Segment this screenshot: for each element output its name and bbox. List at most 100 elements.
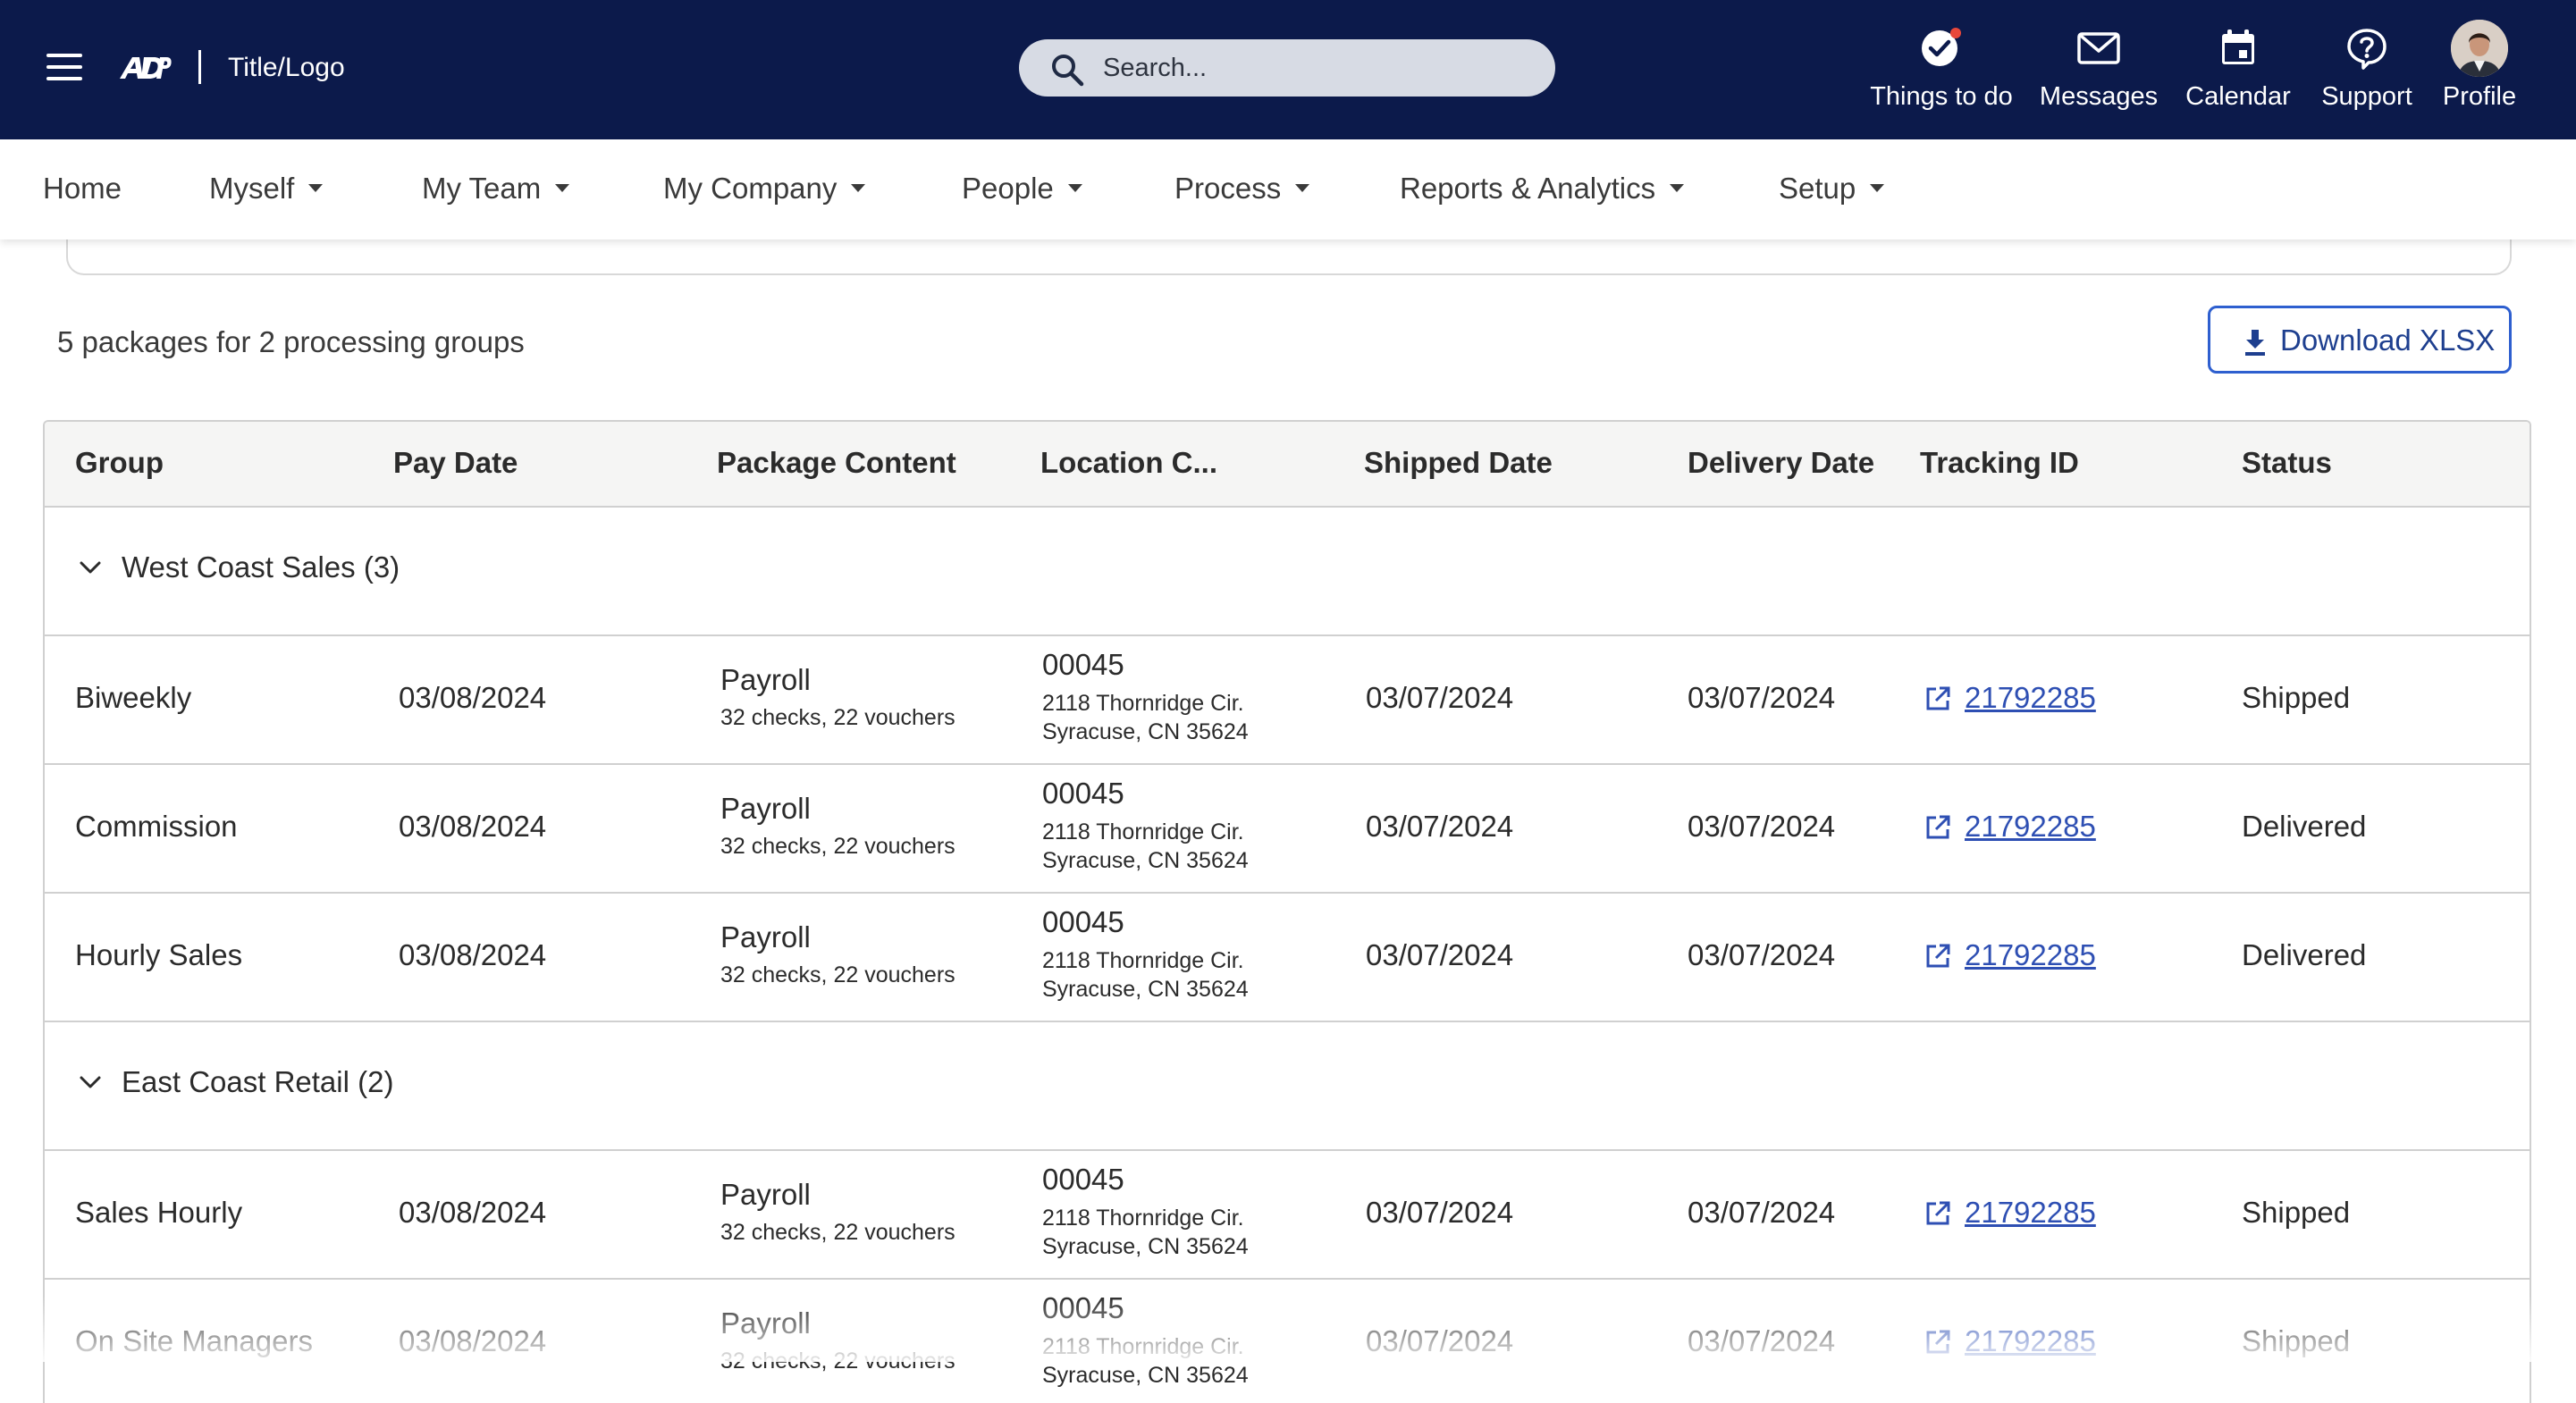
search-icon: [1052, 55, 1084, 87]
col-tracking-id[interactable]: Tracking ID: [1920, 445, 2079, 481]
external-link-icon: [1926, 944, 1950, 968]
caret-down-icon: [1870, 183, 1885, 192]
menu-setup-label: Setup: [1779, 172, 1856, 205]
things-to-do-button[interactable]: Things to do: [1866, 18, 2016, 125]
cell-location-code: 00045: [1042, 648, 1124, 681]
cell-pay-date: 03/08/2024: [399, 1196, 547, 1229]
menu-my-team-label: My Team: [422, 172, 542, 205]
search-input[interactable]: Search...: [1019, 39, 1555, 97]
profile-button[interactable]: Profile: [2435, 18, 2524, 125]
menu-home-label: Home: [43, 172, 122, 205]
cell-pay-date: 03/08/2024: [399, 938, 547, 971]
calendar-button[interactable]: Calendar: [2181, 18, 2295, 125]
calendar-icon: [2222, 29, 2254, 64]
caret-down-icon: [1295, 183, 1310, 192]
adp-logo: [120, 57, 172, 79]
cell-status: Shipped: [2242, 681, 2351, 714]
hamburger-menu-icon[interactable]: [46, 54, 82, 82]
menu-setup[interactable]: Setup: [1779, 166, 1885, 211]
cell-location-city: Syracuse, CN 35624: [1042, 977, 1249, 1002]
caret-down-icon: [308, 183, 324, 192]
cell-status: Delivered: [2242, 938, 2367, 971]
cell-pay-date: 03/08/2024: [399, 681, 547, 714]
tracking-id[interactable]: 21792285: [1965, 1323, 2096, 1360]
table-row: Biweekly 03/08/2024 Payroll 32 checks, 2…: [45, 634, 2530, 765]
cell-shipped-date: 03/07/2024: [1366, 810, 1514, 843]
cell-status: Shipped: [2242, 1324, 2351, 1357]
menu-reports-analytics[interactable]: Reports & Analytics: [1400, 166, 1685, 211]
menu-reports-analytics-label: Reports & Analytics: [1400, 172, 1656, 205]
cell-shipped-date: 03/07/2024: [1366, 1196, 1514, 1229]
col-status[interactable]: Status: [2242, 445, 2332, 481]
cell-shipped-date: 03/07/2024: [1366, 1324, 1514, 1357]
menu-myself[interactable]: Myself: [209, 166, 324, 211]
app-title: Title/Logo: [228, 53, 345, 82]
support-label: Support: [2321, 82, 2412, 111]
menu-my-team[interactable]: My Team: [422, 166, 570, 211]
col-shipped-date[interactable]: Shipped Date: [1364, 445, 1553, 481]
support-button[interactable]: Support: [2315, 18, 2419, 125]
col-pay-date[interactable]: Pay Date: [393, 445, 518, 481]
group-row-east-coast-retail[interactable]: East Coast Retail (2): [45, 1021, 2530, 1151]
avatar: [2451, 20, 2508, 77]
chevron-down-icon[interactable]: [79, 559, 102, 575]
col-location[interactable]: Location C...: [1040, 445, 1217, 481]
tracking-id[interactable]: 21792285: [1965, 937, 2096, 974]
tracking-id[interactable]: 21792285: [1965, 679, 2096, 717]
cell-delivery-date: 03/07/2024: [1688, 681, 1836, 714]
download-xlsx-button[interactable]: Download XLSX: [2208, 306, 2512, 374]
top-bar: Title/Logo Search... Things to do Messag…: [0, 0, 2576, 139]
menu-process[interactable]: Process: [1174, 166, 1310, 211]
cell-pay-date: 03/08/2024: [399, 810, 547, 843]
cell-status: Delivered: [2242, 810, 2367, 843]
cell-delivery-date: 03/07/2024: [1688, 1196, 1836, 1229]
table-header: Group Pay Date Package Content Location …: [45, 422, 2530, 508]
cell-package: Payroll: [720, 920, 811, 954]
cell-location-code: 00045: [1042, 1291, 1124, 1324]
menu-home[interactable]: Home: [43, 166, 122, 211]
external-link-icon: [1926, 1330, 1950, 1354]
cell-shipped-date: 03/07/2024: [1366, 681, 1514, 714]
menu-people[interactable]: People: [962, 166, 1082, 211]
cell-group: Commission: [75, 810, 238, 843]
help-icon: [2347, 29, 2387, 70]
envelope-icon: [2077, 32, 2120, 64]
menu-my-company[interactable]: My Company: [663, 166, 866, 211]
menu-people-label: People: [962, 172, 1054, 205]
external-link-icon: [1926, 1201, 1950, 1225]
table-row: Commission 03/08/2024 Payroll 32 checks,…: [45, 763, 2530, 894]
tracking-id[interactable]: 21792285: [1965, 1194, 2096, 1231]
tracking-id[interactable]: 21792285: [1965, 808, 2096, 845]
cell-delivery-date: 03/07/2024: [1688, 938, 1836, 971]
messages-button[interactable]: Messages: [2038, 18, 2159, 125]
search-placeholder: Search...: [1103, 54, 1208, 82]
col-package-content[interactable]: Package Content: [717, 445, 956, 481]
cell-location-city: Syracuse, CN 35624: [1042, 1234, 1249, 1259]
cell-location-street: 2118 Thornridge Cir.: [1042, 1206, 1244, 1231]
cell-location-city: Syracuse, CN 35624: [1042, 848, 1249, 873]
external-link-icon: [1926, 686, 1950, 710]
chevron-down-icon[interactable]: [79, 1074, 102, 1090]
download-icon: [2245, 330, 2265, 356]
cell-location-street: 2118 Thornridge Cir.: [1042, 691, 1244, 716]
messages-label: Messages: [2039, 82, 2159, 111]
cell-package-detail: 32 checks, 22 vouchers: [720, 962, 955, 987]
cell-package-detail: 32 checks, 22 vouchers: [720, 1220, 955, 1245]
packages-table: Group Pay Date Package Content Location …: [43, 420, 2531, 1403]
caret-down-icon: [1067, 183, 1082, 192]
group-row-west-coast-sales[interactable]: West Coast Sales (3): [45, 506, 2530, 636]
col-delivery-date[interactable]: Delivery Date: [1688, 445, 1874, 481]
cell-location-code: 00045: [1042, 1163, 1124, 1196]
packages-summary: 5 packages for 2 processing groups: [57, 325, 525, 358]
cell-location-code: 00045: [1042, 777, 1124, 810]
external-link-icon: [1926, 815, 1950, 839]
things-to-do-label: Things to do: [1870, 82, 2013, 111]
menu-process-label: Process: [1174, 172, 1282, 205]
cell-group: Sales Hourly: [75, 1196, 243, 1229]
cell-location-city: Syracuse, CN 35624: [1042, 1363, 1249, 1388]
col-group[interactable]: Group: [75, 445, 164, 481]
table-row: On Site Managers 03/08/2024 Payroll 32 c…: [45, 1278, 2530, 1403]
cell-group: Hourly Sales: [75, 938, 243, 971]
cell-location-city: Syracuse, CN 35624: [1042, 719, 1249, 744]
caret-down-icon: [1670, 183, 1685, 192]
